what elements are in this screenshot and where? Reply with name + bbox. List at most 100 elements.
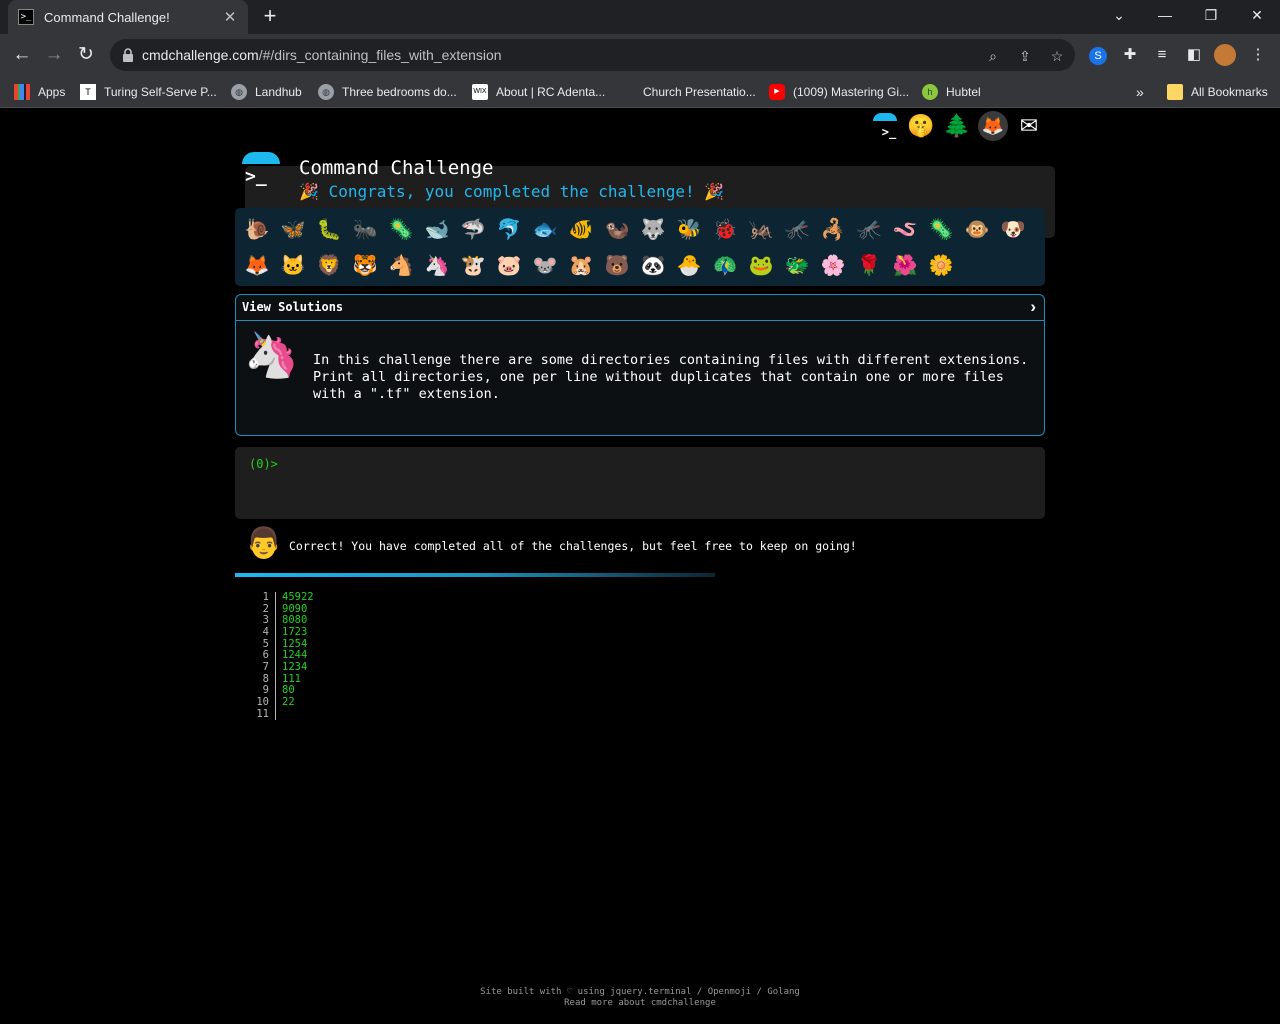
line-value: 45922 <box>282 591 314 603</box>
challenge-icon[interactable]: 🐶 <box>995 212 1031 248</box>
bookmarks-overflow-icon[interactable]: » <box>1136 82 1144 102</box>
challenge-icon[interactable]: 🐼 <box>635 248 671 284</box>
bookmark-apps[interactable]: Apps <box>14 82 65 102</box>
bookmark-church-presentation[interactable]: Church Presentatio... <box>619 82 756 102</box>
shushing-face-icon[interactable]: 🤫 <box>906 111 936 141</box>
challenge-icon[interactable]: 🐜 <box>347 212 383 248</box>
challenge-icon[interactable]: 🦊 <box>239 248 275 284</box>
cmdchallenge-logo-icon[interactable]: >_ <box>870 111 900 141</box>
challenge-icon[interactable]: 🐷 <box>491 248 527 284</box>
challenge-icon[interactable]: 🐲 <box>779 248 815 284</box>
result-section: 👨 Correct! You have completed all of the… <box>235 527 1045 577</box>
bookmark-landhub[interactable]: ◍ Landhub <box>231 82 302 102</box>
zoom-icon[interactable]: ⌕ <box>984 47 1002 65</box>
address-bar[interactable]: cmdchallenge.com/#/dirs_containing_files… <box>110 39 1075 71</box>
email-icon[interactable]: ✉ <box>1014 111 1044 141</box>
line-number: 3 <box>235 615 276 627</box>
challenge-icon[interactable]: 🦠 <box>383 212 419 248</box>
command-output: 1 45922 2 9090 3 8080 4 1723 5 1254 6 1244 7 1234 8 111… <box>235 591 314 721</box>
challenge-icon[interactable]: 🐺 <box>635 212 671 248</box>
terminal-prompt: (0)> <box>249 457 278 471</box>
browser-menu-icon[interactable]: ⋮ <box>1247 44 1269 66</box>
challenge-icon[interactable]: 🐯 <box>347 248 383 284</box>
challenge-icon[interactable]: 🐭 <box>527 248 563 284</box>
youtube-icon: ▶ <box>769 84 785 100</box>
new-tab-button[interactable]: + <box>258 4 282 28</box>
challenge-icon[interactable]: 🦚 <box>707 248 743 284</box>
close-window-button[interactable]: ✕ <box>1234 0 1280 32</box>
shazam-extension-icon[interactable]: S <box>1087 44 1109 66</box>
line-number: 4 <box>235 626 276 639</box>
challenge-icon[interactable]: 🌺 <box>887 248 923 284</box>
challenge-icon[interactable]: 🪱 <box>887 212 923 248</box>
challenge-icon[interactable]: 🐬 <box>491 212 527 248</box>
challenge-description: In this challenge there are some directo… <box>313 352 1029 402</box>
view-solutions-toggle[interactable]: View Solutions › <box>236 295 1044 321</box>
challenge-icon[interactable]: 🐠 <box>563 212 599 248</box>
challenge-icon[interactable]: 🐣 <box>671 248 707 284</box>
challenge-icon[interactable]: 🐋 <box>419 212 455 248</box>
share-icon[interactable]: ⇪ <box>1016 47 1034 65</box>
challenge-icon[interactable]: 🦦 <box>599 212 635 248</box>
challenge-icon[interactable]: 🦗 <box>743 212 779 248</box>
challenge-icon[interactable]: 🐱 <box>275 248 311 284</box>
tab-search-icon[interactable]: ⌄ <box>1096 0 1142 32</box>
challenge-icons-row-2: 🦊 🐱 🦁 🐯 🐴 🦄 🐮 🐷 🐭 🐹 🐻 🐼 🐣 🦚 🐸 🐲 🌸 🌹 🌺 🌼 <box>239 248 1041 284</box>
line-number: 5 <box>235 638 276 651</box>
side-panel-icon[interactable]: ◧ <box>1183 44 1205 66</box>
line-number: 8 <box>235 673 276 686</box>
bookmark-three-bedrooms[interactable]: ◍ Three bedrooms do... <box>318 82 457 102</box>
challenge-icon[interactable]: 🦟 <box>779 212 815 248</box>
gitlab-icon[interactable]: 🦊 <box>978 111 1008 141</box>
bookmark-star-icon[interactable]: ☆ <box>1048 47 1066 65</box>
profile-avatar[interactable] <box>1214 44 1236 66</box>
challenge-icon[interactable]: 🦈 <box>455 212 491 248</box>
challenge-icon[interactable]: 🐸 <box>743 248 779 284</box>
reload-button[interactable]: ↻ <box>70 39 102 71</box>
challenge-icon[interactable]: 🐵 <box>959 212 995 248</box>
challenge-icon[interactable]: 🦠 <box>923 212 959 248</box>
challenge-icon[interactable]: 🦂 <box>815 212 851 248</box>
page-title: Command Challenge <box>299 157 494 179</box>
challenge-icon[interactable]: 🌸 <box>815 248 851 284</box>
challenge-icon[interactable]: 🦟 <box>851 212 887 248</box>
back-button[interactable]: ← <box>6 39 38 71</box>
challenge-panel: View Solutions › 🦄 In this challenge the… <box>235 294 1045 436</box>
line-value: 1234 <box>282 660 308 673</box>
result-divider <box>235 573 715 577</box>
challenge-icon[interactable]: 🐹 <box>563 248 599 284</box>
terminal[interactable]: (0)> <box>235 447 1045 519</box>
all-bookmarks-folder[interactable]: All Bookmarks <box>1167 82 1268 102</box>
output-line: 4 1723 <box>235 626 314 639</box>
challenge-icon[interactable]: 🦋 <box>275 212 311 248</box>
bookmark-hubtel[interactable]: h Hubtel <box>922 82 981 102</box>
forward-button[interactable]: → <box>38 39 70 71</box>
tree-icon[interactable]: 🌲 <box>942 111 972 141</box>
challenge-icon[interactable]: 🐌 <box>239 212 275 248</box>
turing-icon: T <box>80 84 96 100</box>
challenge-icon[interactable]: 🐞 <box>707 212 743 248</box>
bookmark-turing[interactable]: T Turing Self-Serve P... <box>80 82 217 102</box>
challenge-icon[interactable]: 🐴 <box>383 248 419 284</box>
restore-button[interactable]: ❐ <box>1188 0 1234 32</box>
challenge-icon[interactable]: 🐻 <box>599 248 635 284</box>
browser-toolbar: ← → ↻ cmdchallenge.com/#/dirs_containing… <box>0 34 1280 76</box>
read-more-link[interactable]: Read more about cmdchallenge <box>0 998 1280 1009</box>
challenge-icon[interactable]: 🦁 <box>311 248 347 284</box>
challenge-icon[interactable]: 🌼 <box>923 248 959 284</box>
challenge-icon[interactable]: 🐟 <box>527 212 563 248</box>
challenge-icon[interactable]: 🌹 <box>851 248 887 284</box>
media-control-icon[interactable]: ≡ <box>1151 44 1173 66</box>
browser-tab[interactable]: >_ Command Challenge! ✕ <box>8 0 248 34</box>
hubtel-icon: h <box>922 84 938 100</box>
challenge-icon[interactable]: 🐝 <box>671 212 707 248</box>
challenge-icon[interactable]: 🦄 <box>419 248 455 284</box>
bookmark-rc-adenta[interactable]: WIX About | RC Adenta... <box>472 82 605 102</box>
challenge-icon[interactable]: 🐛 <box>311 212 347 248</box>
challenge-icon[interactable]: 🐮 <box>455 248 491 284</box>
extensions-puzzle-icon[interactable]: ✚ <box>1119 44 1141 66</box>
minimize-button[interactable]: — <box>1142 0 1188 32</box>
close-tab-icon[interactable]: ✕ <box>222 8 238 26</box>
bookmark-youtube[interactable]: ▶ (1009) Mastering Gi... <box>769 82 909 102</box>
line-number: 10 <box>235 696 276 709</box>
